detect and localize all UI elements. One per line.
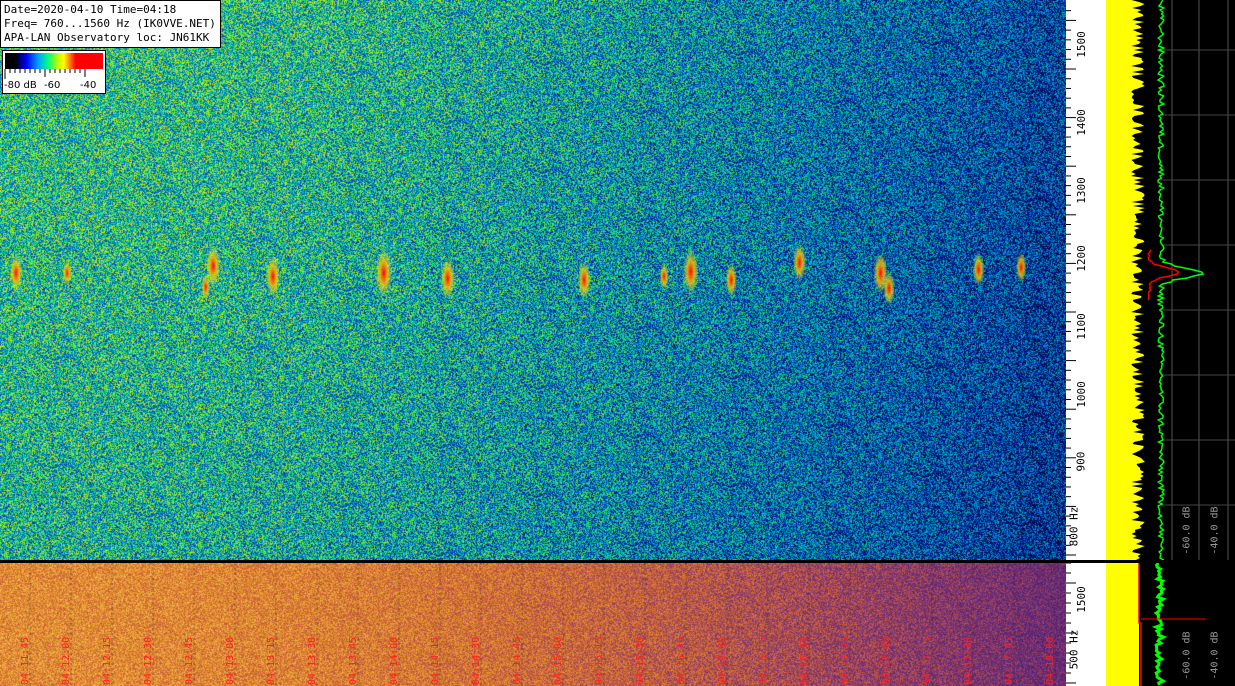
wideband-waterfall-spectrogram: [0, 563, 1066, 686]
time-label-21: 04:17:00: [881, 636, 892, 685]
frequency-axis-wideband: 500 Hz 1500: [1066, 563, 1106, 686]
freq-tick-800: 800 Hz: [1067, 506, 1081, 547]
time-label-19: 04:16:30: [799, 636, 810, 685]
db-label-60-wideband: -60.0 dB: [1181, 631, 1193, 680]
time-label-1: 04:12:00: [61, 636, 72, 685]
info-header-box: Date=2020-04-10 Time=04:18 Freq= 760...1…: [0, 0, 221, 48]
time-label-23: 04:17:30: [963, 636, 974, 685]
time-label-9: 04:14:00: [389, 636, 400, 685]
time-label-2: 04:12:15: [102, 636, 113, 685]
db-label-40: -40.0 dB: [1209, 506, 1221, 555]
time-label-25: 04:18:00: [1045, 636, 1056, 685]
time-label-12: 04:14:45: [512, 636, 523, 685]
wideband-average-series: [1151, 563, 1168, 686]
db-label-60: -60.0 dB: [1181, 506, 1193, 555]
scale-label-min: -80 dB: [4, 80, 37, 91]
time-label-15: 04:15:30: [635, 636, 646, 685]
color-scale-bar: [5, 53, 103, 69]
freq-tick-1400: 1400: [1074, 109, 1088, 136]
time-label-6: 04:13:15: [266, 636, 277, 685]
freq-tick-500: 500 Hz: [1067, 629, 1081, 670]
freq-tick-900: 900: [1074, 451, 1088, 472]
wideband-current-series: [1138, 563, 1142, 686]
time-label-14: 04:15:15: [594, 636, 605, 685]
spectrum-max-series: [1106, 0, 1145, 560]
frequency-axis-main: 800 Hz 900 1000 1100 1200 1300 1400 1500: [1066, 0, 1106, 560]
spectrum-plot-main: [1106, 0, 1235, 560]
color-scale-legend: -80 dB -60 -40: [2, 50, 106, 94]
db-label-40-wideband: -40.0 dB: [1209, 631, 1221, 680]
time-label-3: 04:12:30: [143, 636, 154, 685]
time-label-4: 04:12:45: [184, 636, 195, 685]
time-label-16: 04:15:45: [676, 636, 687, 685]
scale-label-max: -40: [80, 80, 97, 91]
freq-tick-1300: 1300: [1074, 177, 1088, 204]
freq-tick-1100: 1100: [1074, 313, 1088, 340]
observatory-line: APA-LAN Observatory loc: JN61KK: [4, 31, 210, 44]
spectrum-current-series: [1147, 249, 1180, 301]
freq-tick-1200: 1200: [1074, 245, 1088, 272]
time-label-5: 04:13:00: [225, 636, 236, 685]
time-label-0: 04:11:45: [20, 636, 31, 685]
date-time-line: Date=2020-04-10 Time=04:18: [4, 3, 177, 16]
scale-label-mid: -60: [44, 80, 61, 91]
spectrum-panel: -60.0 dB -40.0 dB -60.0 dB -40.0 dB: [1106, 0, 1235, 686]
time-label-10: 04:14:15: [430, 636, 441, 685]
freq-tick-1000: 1000: [1074, 381, 1088, 408]
time-label-18: 04:16:15: [758, 636, 769, 685]
freq-tick-1500-wideband: 1500: [1074, 586, 1088, 613]
freq-tick-1500: 1500: [1074, 31, 1088, 58]
time-label-8: 04:13:45: [348, 636, 359, 685]
time-label-22: 04:17:15: [922, 636, 933, 685]
main-waterfall-spectrogram: [0, 0, 1066, 560]
time-label-24: 04:17:45: [1004, 636, 1015, 685]
time-label-20: 04:16:45: [840, 636, 851, 685]
time-label-11: 04:14:30: [471, 636, 482, 685]
time-label-17: 04:16:00: [717, 636, 728, 685]
spectrum-average-series: [1156, 0, 1205, 560]
wideband-max-series: [1106, 563, 1139, 686]
time-label-13: 04:15:00: [553, 636, 564, 685]
time-label-7: 04:13:30: [307, 636, 318, 685]
frequency-range-line: Freq= 760...1560 Hz (IK0VVE.NET): [4, 17, 216, 30]
frequency-axis-ticks: [1066, 10, 1076, 556]
